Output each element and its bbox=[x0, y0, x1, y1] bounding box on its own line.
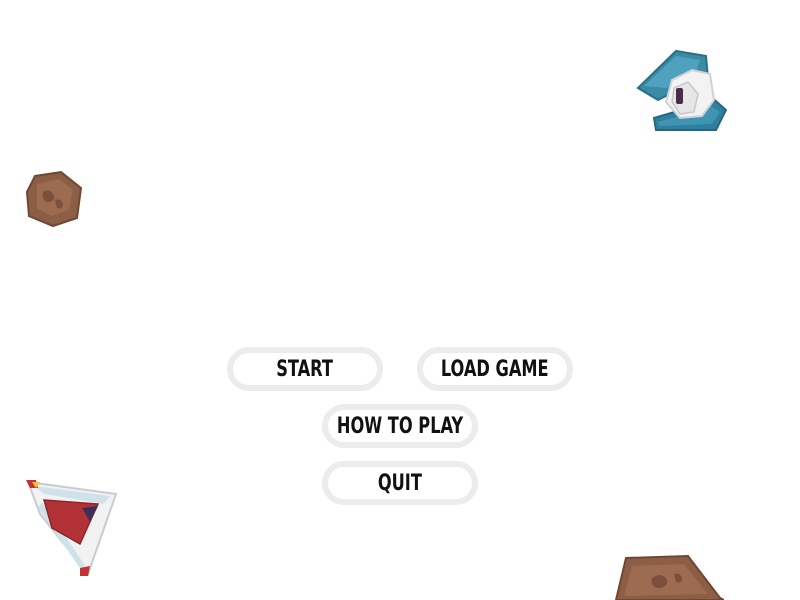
asteroid-icon bbox=[25, 170, 83, 228]
quit-button-label: QUIT bbox=[377, 470, 423, 496]
start-button-label: START bbox=[276, 356, 334, 382]
asteroid-icon bbox=[614, 554, 724, 600]
game-menu-screen: START LOAD GAME HOW TO PLAY QUIT bbox=[0, 0, 800, 600]
quit-button[interactable]: QUIT bbox=[322, 461, 478, 505]
player-ship-icon bbox=[26, 480, 118, 576]
load-game-button-label: LOAD GAME bbox=[441, 356, 549, 382]
start-button[interactable]: START bbox=[227, 347, 383, 391]
how-to-play-button-label: HOW TO PLAY bbox=[336, 413, 464, 439]
how-to-play-button[interactable]: HOW TO PLAY bbox=[322, 404, 478, 448]
enemy-ship-icon bbox=[636, 49, 728, 131]
load-game-button[interactable]: LOAD GAME bbox=[417, 347, 573, 391]
